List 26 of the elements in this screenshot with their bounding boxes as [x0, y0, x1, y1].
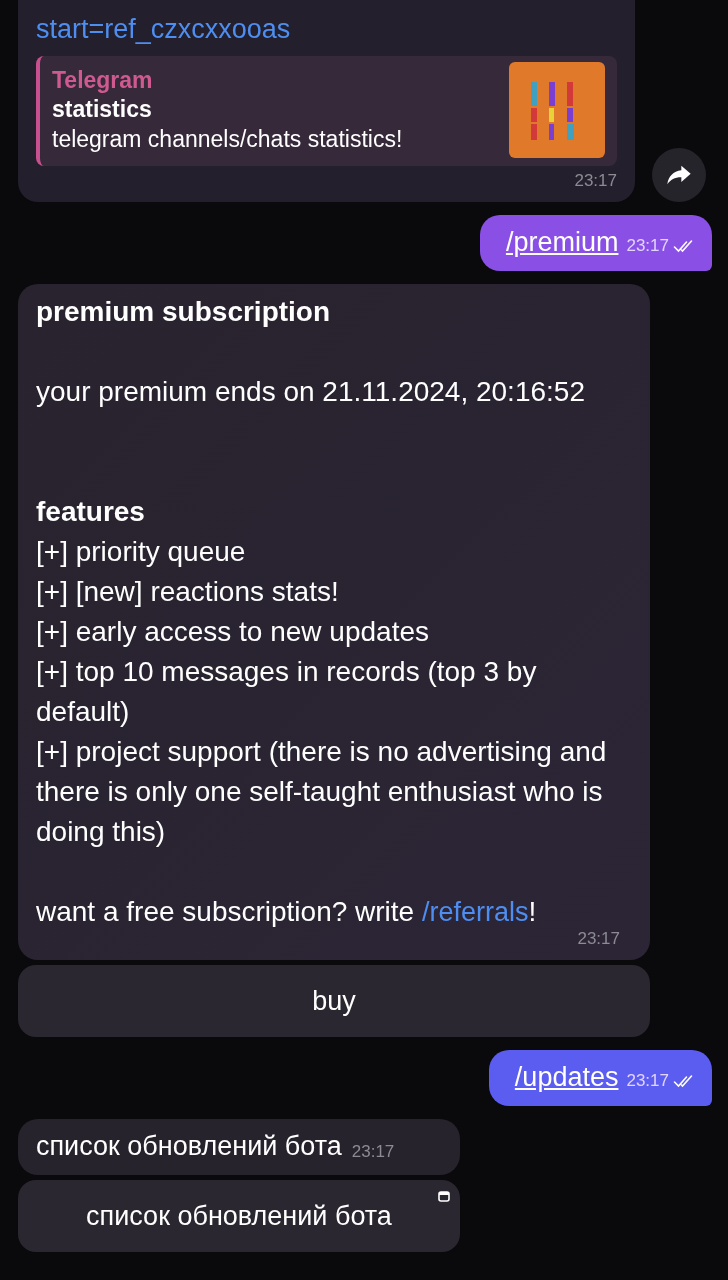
feature-item: [+] top 10 messages in records (top 3 by default) [36, 655, 538, 729]
message-time: 23:17 [577, 928, 620, 950]
preview-title: statistics [52, 94, 153, 124]
preview-site: Telegram [52, 65, 154, 95]
message-text: список обновлений бота [36, 1130, 342, 1163]
forward-button[interactable] [652, 148, 706, 202]
section-heading: features [36, 495, 146, 529]
preview-description: telegram channels/chats statistics! [52, 124, 403, 154]
command-link[interactable]: /premium [505, 225, 619, 259]
message-text: your premium ends on 21.11.2024, 20:16:52 [36, 375, 586, 409]
message-title: premium subscription [36, 295, 332, 329]
feature-item: [+] early access to new updates [36, 615, 430, 649]
message-text: want a free subscription? write /referrals! [36, 895, 538, 929]
link[interactable]: start=ref_czxcxxooas [36, 14, 291, 44]
message-time: 23:17 [626, 235, 669, 257]
message-time: 23:17 [351, 1141, 395, 1163]
command-link[interactable]: /referrals [421, 897, 529, 927]
command-link[interactable]: /updates [514, 1060, 619, 1094]
feature-item: [+] project support (there is no advertising and there is only one self-taught enthusiast who is doing this) [36, 735, 608, 849]
keyboard-button[interactable]: список обновлений бота [18, 1180, 460, 1252]
message-time: 23:17 [574, 170, 617, 192]
link-preview[interactable]: Telegram statistics telegram channels/chats statistics! [36, 56, 617, 166]
feature-item: [+] priority queue [36, 535, 247, 569]
feature-item: [+] [new] reactions stats! [36, 575, 340, 609]
keyboard-button[interactable]: buy [18, 965, 650, 1037]
message-time: 23:17 [626, 1070, 669, 1092]
